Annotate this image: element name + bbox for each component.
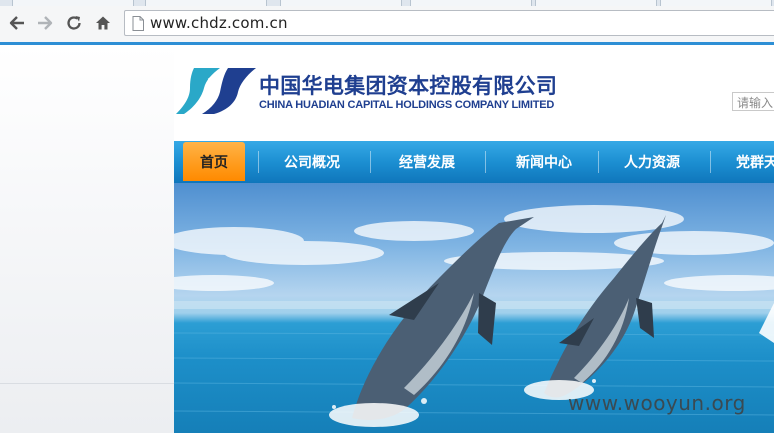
address-bar[interactable]: www.chdz.com.cn xyxy=(124,10,774,36)
reload-icon xyxy=(67,16,81,30)
forward-button[interactable] xyxy=(34,12,56,34)
nav-separator xyxy=(258,151,259,173)
back-button[interactable] xyxy=(6,12,28,34)
nav-separator xyxy=(485,151,486,173)
company-name-cn: 中国华电集团资本控股有限公司 xyxy=(259,74,558,98)
nav-separator xyxy=(598,151,599,173)
watermark-text: www.wooyun.org xyxy=(568,391,746,415)
main-nav: 首页 公司概况 经营发展 新闻中心 人力资源 党群天 xyxy=(174,141,774,183)
browser-toolbar: www.chdz.com.cn xyxy=(0,6,774,42)
search-input[interactable]: 请输入 xyxy=(732,92,774,111)
nav-item-company-overview[interactable]: 公司概况 xyxy=(264,141,360,183)
nav-item-home[interactable]: 首页 xyxy=(183,142,245,181)
dolphin-left xyxy=(352,217,534,420)
company-name-en: CHINA HUADIAN CAPITAL HOLDINGS COMPANY L… xyxy=(259,99,555,111)
home-button[interactable] xyxy=(92,12,114,34)
nav-separator xyxy=(710,151,711,173)
left-divider xyxy=(0,383,174,384)
url-text: www.chdz.com.cn xyxy=(150,14,288,32)
home-icon xyxy=(96,16,110,30)
forward-arrow-icon xyxy=(38,16,53,30)
nav-item-hr[interactable]: 人力资源 xyxy=(604,141,700,183)
back-arrow-icon xyxy=(9,16,24,30)
nav-item-business[interactable]: 经营发展 xyxy=(379,141,475,183)
company-logo-icon[interactable] xyxy=(176,66,256,116)
nav-separator xyxy=(370,151,371,173)
left-background xyxy=(0,45,174,433)
page-icon xyxy=(132,16,144,31)
nav-item-party[interactable]: 党群天 xyxy=(736,141,774,183)
reload-button[interactable] xyxy=(63,12,85,34)
nav-item-news[interactable]: 新闻中心 xyxy=(496,141,592,183)
